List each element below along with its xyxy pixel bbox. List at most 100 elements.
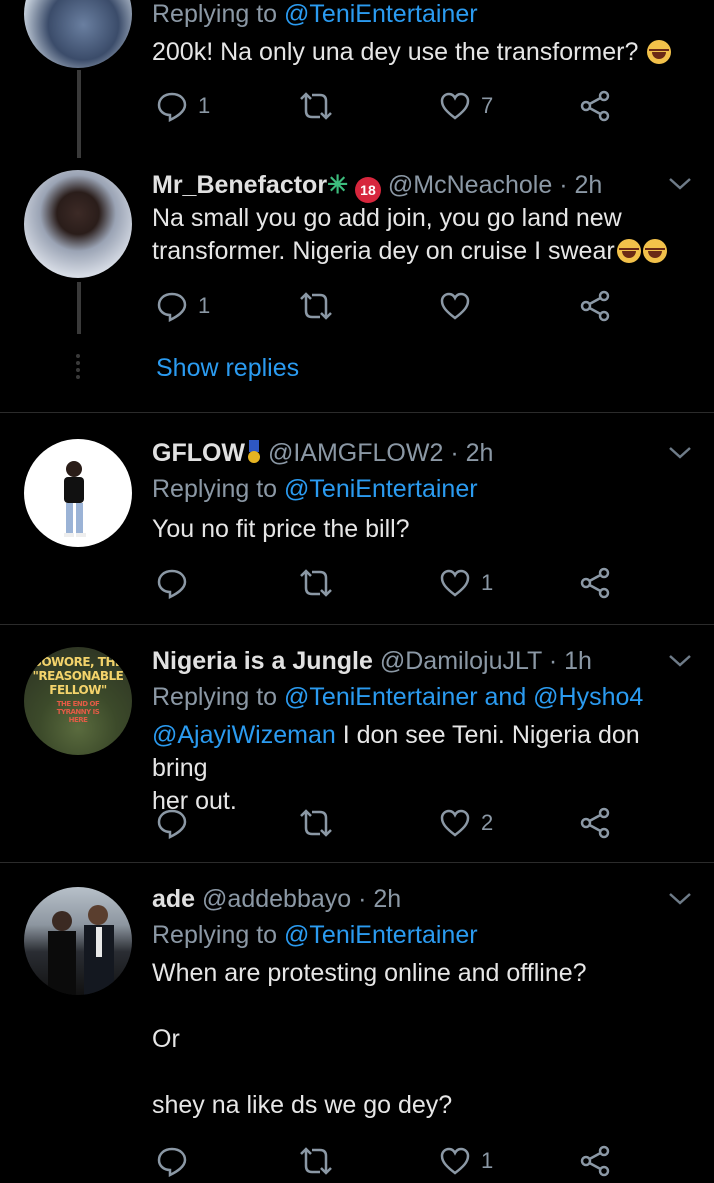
retweet-icon bbox=[300, 292, 332, 320]
thread-line bbox=[77, 282, 81, 334]
tweet-2[interactable]: Mr_Benefactor✳ 18 @McNeachole · 2h Na sm… bbox=[0, 160, 714, 412]
laughing-emoji bbox=[642, 239, 667, 263]
share-icon bbox=[580, 90, 610, 122]
mention-link[interactable]: @TeniEntertainer bbox=[284, 0, 478, 28]
replying-to: Replying to @TeniEntertainer and @Hysho4 bbox=[152, 683, 644, 711]
reply-button[interactable] bbox=[156, 805, 188, 841]
retweet-button[interactable] bbox=[298, 288, 334, 324]
mention-link[interactable]: @TeniEntertainer bbox=[284, 683, 478, 711]
chevron-down-icon[interactable] bbox=[668, 653, 692, 669]
reply-icon bbox=[157, 292, 187, 322]
timestamp[interactable]: 2h bbox=[466, 439, 494, 467]
tweet-text: When are protesting online and offline? … bbox=[152, 959, 587, 1119]
tweet-header: ade @addebbayo · 2h bbox=[152, 885, 402, 913]
like-icon bbox=[440, 292, 470, 320]
like-button[interactable]: 1 bbox=[439, 565, 493, 601]
show-replies-link[interactable]: Show replies bbox=[156, 354, 299, 383]
reply-button[interactable] bbox=[156, 1143, 188, 1179]
thread-dots bbox=[74, 354, 82, 382]
avatar-figure bbox=[64, 461, 86, 537]
avatar[interactable]: SOWORE, THE "REASONABLE FELLOW" THE END … bbox=[24, 647, 132, 755]
handle[interactable]: @McNeachole bbox=[388, 171, 552, 199]
avatar[interactable] bbox=[24, 0, 132, 68]
retweet-button[interactable] bbox=[298, 565, 334, 601]
timestamp[interactable]: 2h bbox=[574, 171, 602, 199]
retweet-button[interactable] bbox=[298, 805, 334, 841]
reply-button[interactable] bbox=[156, 565, 188, 601]
share-icon bbox=[580, 1145, 610, 1177]
like-count: 1 bbox=[481, 570, 494, 595]
share-button[interactable] bbox=[579, 88, 611, 124]
replying-to: Replying to @TeniEntertainer bbox=[152, 475, 478, 503]
tweet-text: 200k! Na only una dey use the transforme… bbox=[152, 36, 697, 69]
chevron-down-icon[interactable] bbox=[668, 445, 692, 461]
reply-icon bbox=[157, 1147, 187, 1177]
reply-icon bbox=[157, 809, 187, 839]
share-icon bbox=[580, 290, 610, 322]
handle[interactable]: @addebbayo bbox=[202, 885, 351, 913]
share-button[interactable] bbox=[579, 288, 611, 324]
display-name[interactable]: ade bbox=[152, 885, 195, 913]
tweet-header: GFLOW @IAMGFLOW2 · 2h bbox=[152, 439, 494, 467]
share-button[interactable] bbox=[579, 1143, 611, 1179]
avatar[interactable] bbox=[24, 887, 132, 995]
reply-count: 1 bbox=[198, 293, 211, 318]
tweet-header: Nigeria is a Jungle @DamilojuJLT · 1h bbox=[152, 647, 592, 675]
like-icon bbox=[440, 569, 470, 597]
mention-link[interactable]: @AjayiWizeman bbox=[152, 721, 336, 749]
tweet-5[interactable]: ade @addebbayo · 2h Replying to @TeniEnt… bbox=[0, 863, 714, 1183]
share-button[interactable] bbox=[579, 805, 611, 841]
tweet-1[interactable]: Replying to @TeniEntertainer 200k! Na on… bbox=[0, 0, 714, 160]
like-button[interactable]: 7 bbox=[439, 88, 493, 124]
star-icon: ✳ bbox=[327, 171, 349, 199]
reply-button[interactable]: 1 bbox=[156, 288, 210, 324]
like-icon bbox=[440, 92, 470, 120]
replying-to: Replying to @TeniEntertainer bbox=[152, 0, 478, 28]
like-button[interactable]: 2 bbox=[439, 805, 493, 841]
avatar-people bbox=[48, 905, 114, 995]
timestamp[interactable]: 2h bbox=[373, 885, 401, 913]
display-name[interactable]: GFLOW bbox=[152, 439, 245, 467]
tweet-header: Mr_Benefactor✳ 18 @McNeachole · 2h bbox=[152, 170, 602, 203]
timestamp[interactable]: 1h bbox=[564, 647, 592, 675]
avatar-poster-text: SOWORE, THE "REASONABLE FELLOW" THE END … bbox=[32, 655, 124, 724]
like-count: 1 bbox=[481, 1148, 494, 1173]
medal-icon bbox=[247, 440, 261, 464]
handle[interactable]: @DamilojuJLT bbox=[380, 647, 542, 675]
replying-to: Replying to @TeniEntertainer bbox=[152, 921, 478, 949]
retweet-icon bbox=[300, 809, 332, 837]
share-icon bbox=[580, 807, 610, 839]
thread-line bbox=[77, 70, 81, 158]
tweet-text: You no fit price the bill? bbox=[152, 515, 410, 543]
handle[interactable]: @IAMGFLOW2 bbox=[268, 439, 443, 467]
mention-link[interactable]: @TeniEntertainer bbox=[284, 921, 478, 949]
mention-link[interactable]: @Hysho4 bbox=[533, 683, 643, 711]
chevron-down-icon[interactable] bbox=[668, 891, 692, 907]
retweet-icon bbox=[300, 1147, 332, 1175]
display-name[interactable]: Mr_Benefactor bbox=[152, 171, 327, 199]
chevron-down-icon[interactable] bbox=[668, 176, 692, 192]
reply-button[interactable]: 1 bbox=[156, 88, 210, 124]
avatar[interactable] bbox=[24, 170, 132, 278]
laughing-emoji bbox=[647, 40, 672, 64]
retweet-icon bbox=[300, 569, 332, 597]
like-icon bbox=[440, 1147, 470, 1175]
share-icon bbox=[580, 567, 610, 599]
share-button[interactable] bbox=[579, 565, 611, 601]
reply-count: 1 bbox=[198, 93, 211, 118]
tweet-3[interactable]: GFLOW @IAMGFLOW2 · 2h Replying to @TeniE… bbox=[0, 413, 714, 623]
like-button[interactable] bbox=[439, 288, 471, 324]
retweet-button[interactable] bbox=[298, 88, 334, 124]
like-icon bbox=[440, 809, 470, 837]
mention-link[interactable]: @TeniEntertainer bbox=[284, 475, 478, 503]
laughing-emoji bbox=[616, 239, 641, 263]
tweet-4[interactable]: SOWORE, THE "REASONABLE FELLOW" THE END … bbox=[0, 625, 714, 861]
badge-18-icon: 18 bbox=[354, 177, 381, 203]
tweet-text: Na small you go add join, you go land ne… bbox=[152, 202, 697, 268]
like-count: 7 bbox=[481, 93, 494, 118]
retweet-button[interactable] bbox=[298, 1143, 334, 1179]
display-name[interactable]: Nigeria is a Jungle bbox=[152, 647, 373, 675]
retweet-icon bbox=[300, 92, 332, 120]
like-button[interactable]: 1 bbox=[439, 1143, 493, 1179]
avatar[interactable] bbox=[24, 439, 132, 547]
